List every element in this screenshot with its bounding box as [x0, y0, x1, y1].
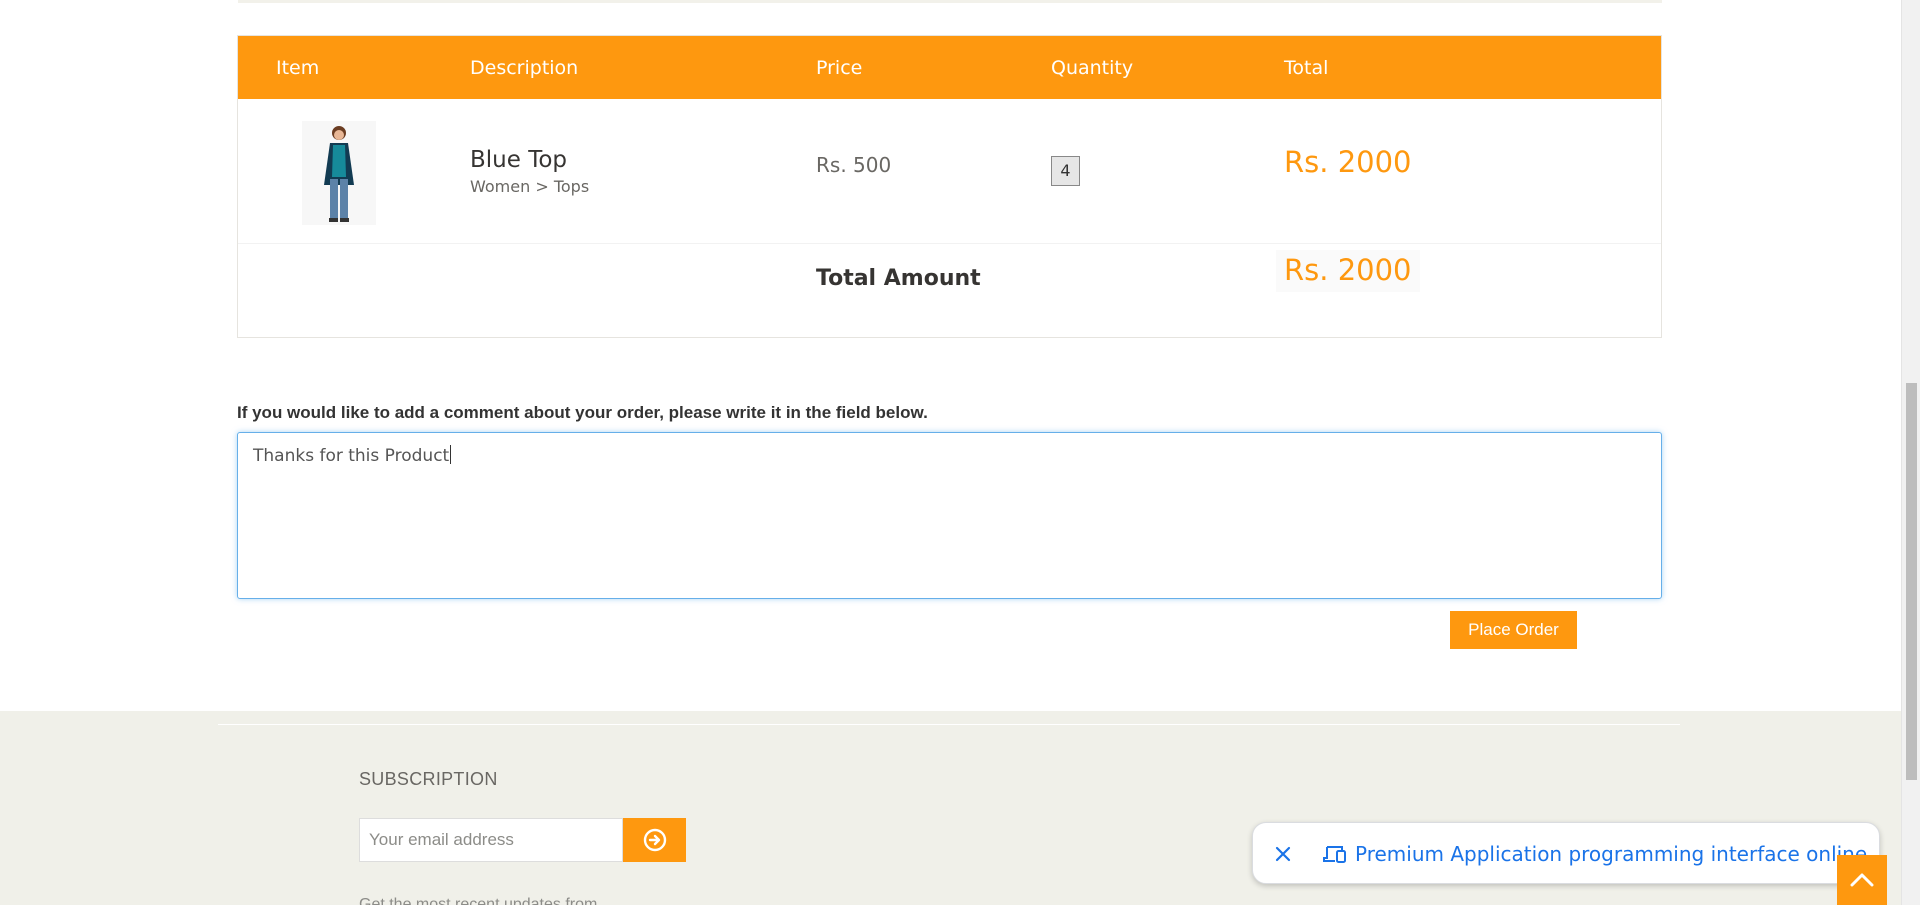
api-promo-toast: Premium Application programming interfac… — [1252, 822, 1880, 884]
header-price: Price — [816, 57, 863, 79]
product-price: Rs. 500 — [816, 153, 892, 177]
line-total: Rs. 2000 — [1284, 145, 1412, 179]
product-category: Women > Tops — [470, 177, 590, 196]
chevron-up-icon — [1850, 873, 1874, 887]
total-amount-value: Rs. 2000 — [1276, 250, 1420, 292]
devices-icon — [1323, 846, 1346, 863]
place-order-button[interactable]: Place Order — [1450, 611, 1577, 649]
checkout-page: Item Description Price Quantity Total Bl… — [0, 0, 1901, 905]
table-row: Blue Top Women > Tops Rs. 500 4 Rs. 2000 — [238, 99, 1661, 244]
product-name[interactable]: Blue Top — [470, 147, 567, 173]
comment-label: If you would like to add a comment about… — [237, 403, 928, 422]
header-item: Item — [276, 57, 320, 79]
footer-divider — [218, 724, 1680, 725]
order-comment-textarea[interactable]: Thanks for this Product — [237, 432, 1662, 599]
browser-scrollbar[interactable] — [1901, 0, 1920, 905]
header-description: Description — [470, 57, 579, 79]
subscription-title: SUBSCRIPTION — [359, 769, 498, 789]
subscribe-button[interactable] — [623, 818, 686, 862]
total-amount-label: Total Amount — [816, 266, 981, 291]
close-icon[interactable] — [1271, 842, 1295, 866]
subscription-text: Get the most recent updates from — [359, 896, 598, 905]
subscription-email-input[interactable]: Your email address — [359, 818, 623, 862]
cart-table: Item Description Price Quantity Total Bl… — [237, 35, 1662, 338]
arrow-circle-right-icon — [643, 828, 667, 852]
product-image[interactable] — [302, 121, 376, 225]
text-caret — [450, 445, 452, 464]
divider — [238, 0, 1662, 3]
scrollbar-thumb[interactable] — [1906, 383, 1917, 780]
total-row: Total Amount Rs. 2000 — [238, 244, 1661, 339]
quantity-value: 4 — [1051, 156, 1080, 186]
header-quantity: Quantity — [1051, 57, 1134, 79]
header-total: Total — [1284, 57, 1329, 79]
promo-link[interactable]: Premium Application programming interfac… — [1355, 842, 1867, 866]
cart-table-header: Item Description Price Quantity Total — [238, 36, 1661, 99]
scroll-to-top-button[interactable] — [1837, 855, 1887, 905]
comment-text: Thanks for this Product — [253, 446, 450, 466]
